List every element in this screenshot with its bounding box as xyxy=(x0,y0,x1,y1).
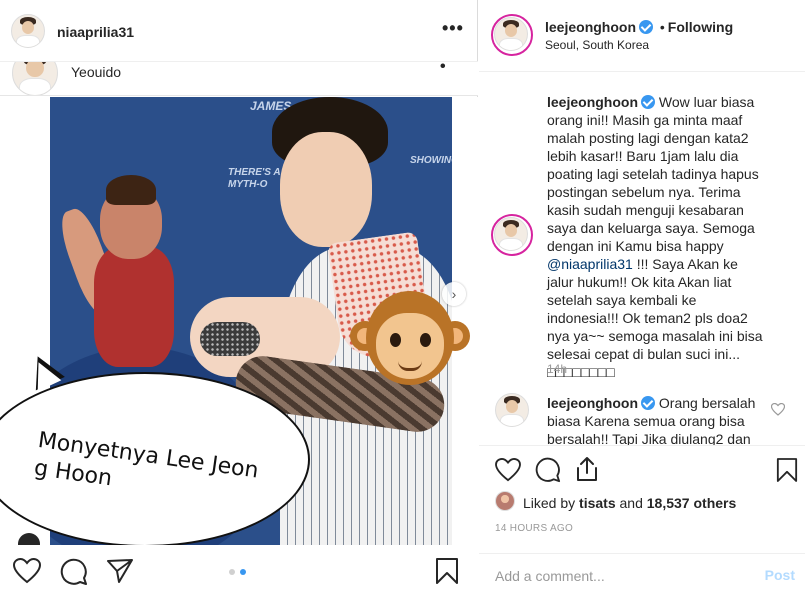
verified-badge-icon xyxy=(639,20,653,34)
profile-username[interactable]: leejeonghoon xyxy=(545,19,636,35)
poster-text-showing: SHOWING xyxy=(410,155,452,166)
location-link[interactable]: Seoul, South Korea xyxy=(545,38,649,52)
caption-avatar-ring[interactable] xyxy=(491,214,533,256)
right-post-sidebar: leejeonghoon • Following Seoul, South Kor… xyxy=(479,0,805,596)
right-post-header: leejeonghoon • Following Seoul, South Kor… xyxy=(479,0,805,72)
upload-icon[interactable] xyxy=(575,456,599,482)
caption-text: leejeonghoon Wow luar biasa orang ini!! … xyxy=(547,93,765,381)
heart-icon[interactable] xyxy=(495,458,521,482)
tag-user-icon[interactable] xyxy=(18,533,40,545)
liker-avatar[interactable] xyxy=(495,491,515,511)
left-post-header: niaaprilia31 ••• xyxy=(0,0,478,62)
add-comment-bar: Post xyxy=(479,553,805,596)
caption-body-2: !!! Saya Akan ke jalur hukum!! Ok kita A… xyxy=(547,256,763,380)
bookmark-icon[interactable] xyxy=(776,457,798,483)
bookmark-icon[interactable] xyxy=(435,557,459,585)
comment-icon[interactable] xyxy=(60,558,88,586)
story-ring[interactable] xyxy=(491,14,533,56)
post-photo[interactable]: JAMES THERE'S A MYTH-O SHOWING xyxy=(0,97,478,545)
reply-text: leejeonghoon Orang bersalah biasa Karena… xyxy=(547,394,765,445)
left-post: niaaprilia31 ••• Yeouido • JAMES THERE'S… xyxy=(0,0,478,596)
left-post-actions xyxy=(0,545,478,596)
embedded-location: Yeouido xyxy=(71,64,122,80)
separator-dot: • xyxy=(659,19,665,35)
likes-summary: Liked by tisats and 18,537 others xyxy=(523,495,737,511)
caption-username[interactable]: leejeonghoon xyxy=(547,94,638,110)
reply-username[interactable]: leejeonghoon xyxy=(547,395,638,411)
liker-username[interactable]: tisats xyxy=(579,495,616,511)
post-timestamp[interactable]: 14 HOURS AGO xyxy=(495,523,573,534)
verified-badge-icon xyxy=(641,95,655,109)
mention-link[interactable]: @niaaprilia31 xyxy=(547,256,633,272)
post-username[interactable]: niaaprilia31 xyxy=(57,24,134,40)
next-photo-chevron-icon[interactable]: › xyxy=(442,282,466,306)
right-post-actions: Liked by tisats and 18,537 others 14 HOU… xyxy=(479,445,805,596)
carousel-dot-1 xyxy=(229,569,235,575)
embedded-post-header: Yeouido • xyxy=(0,62,478,96)
carousel-dot-2-active xyxy=(240,569,246,575)
add-comment-input[interactable] xyxy=(495,566,735,586)
caption-body-1: Wow luar biasa orang ini!! Masih ga mint… xyxy=(547,94,759,254)
embedded-more-icon: • xyxy=(440,62,446,75)
share-icon[interactable] xyxy=(106,558,134,584)
more-options-icon[interactable]: ••• xyxy=(442,18,464,39)
heart-icon[interactable] xyxy=(13,558,41,584)
likes-count-link[interactable]: 18,537 others xyxy=(647,495,737,511)
following-button[interactable]: Following xyxy=(668,19,733,35)
verified-badge-icon xyxy=(641,396,655,410)
poster-text-myth: THERE'S A MYTH-O xyxy=(228,167,281,190)
caption-time[interactable]: 14h xyxy=(547,362,567,376)
comments-list[interactable]: leejeonghoon Wow luar biasa orang ini!! … xyxy=(479,73,805,445)
caption-avatar[interactable] xyxy=(494,217,528,251)
comment-icon[interactable] xyxy=(535,457,561,483)
post-comment-button[interactable]: Post xyxy=(765,567,795,583)
embedded-avatar xyxy=(12,62,58,95)
comment-like-heart-icon[interactable] xyxy=(771,403,785,416)
user-avatar[interactable] xyxy=(11,14,45,48)
profile-avatar[interactable] xyxy=(494,17,528,51)
reply-avatar[interactable] xyxy=(495,393,529,427)
